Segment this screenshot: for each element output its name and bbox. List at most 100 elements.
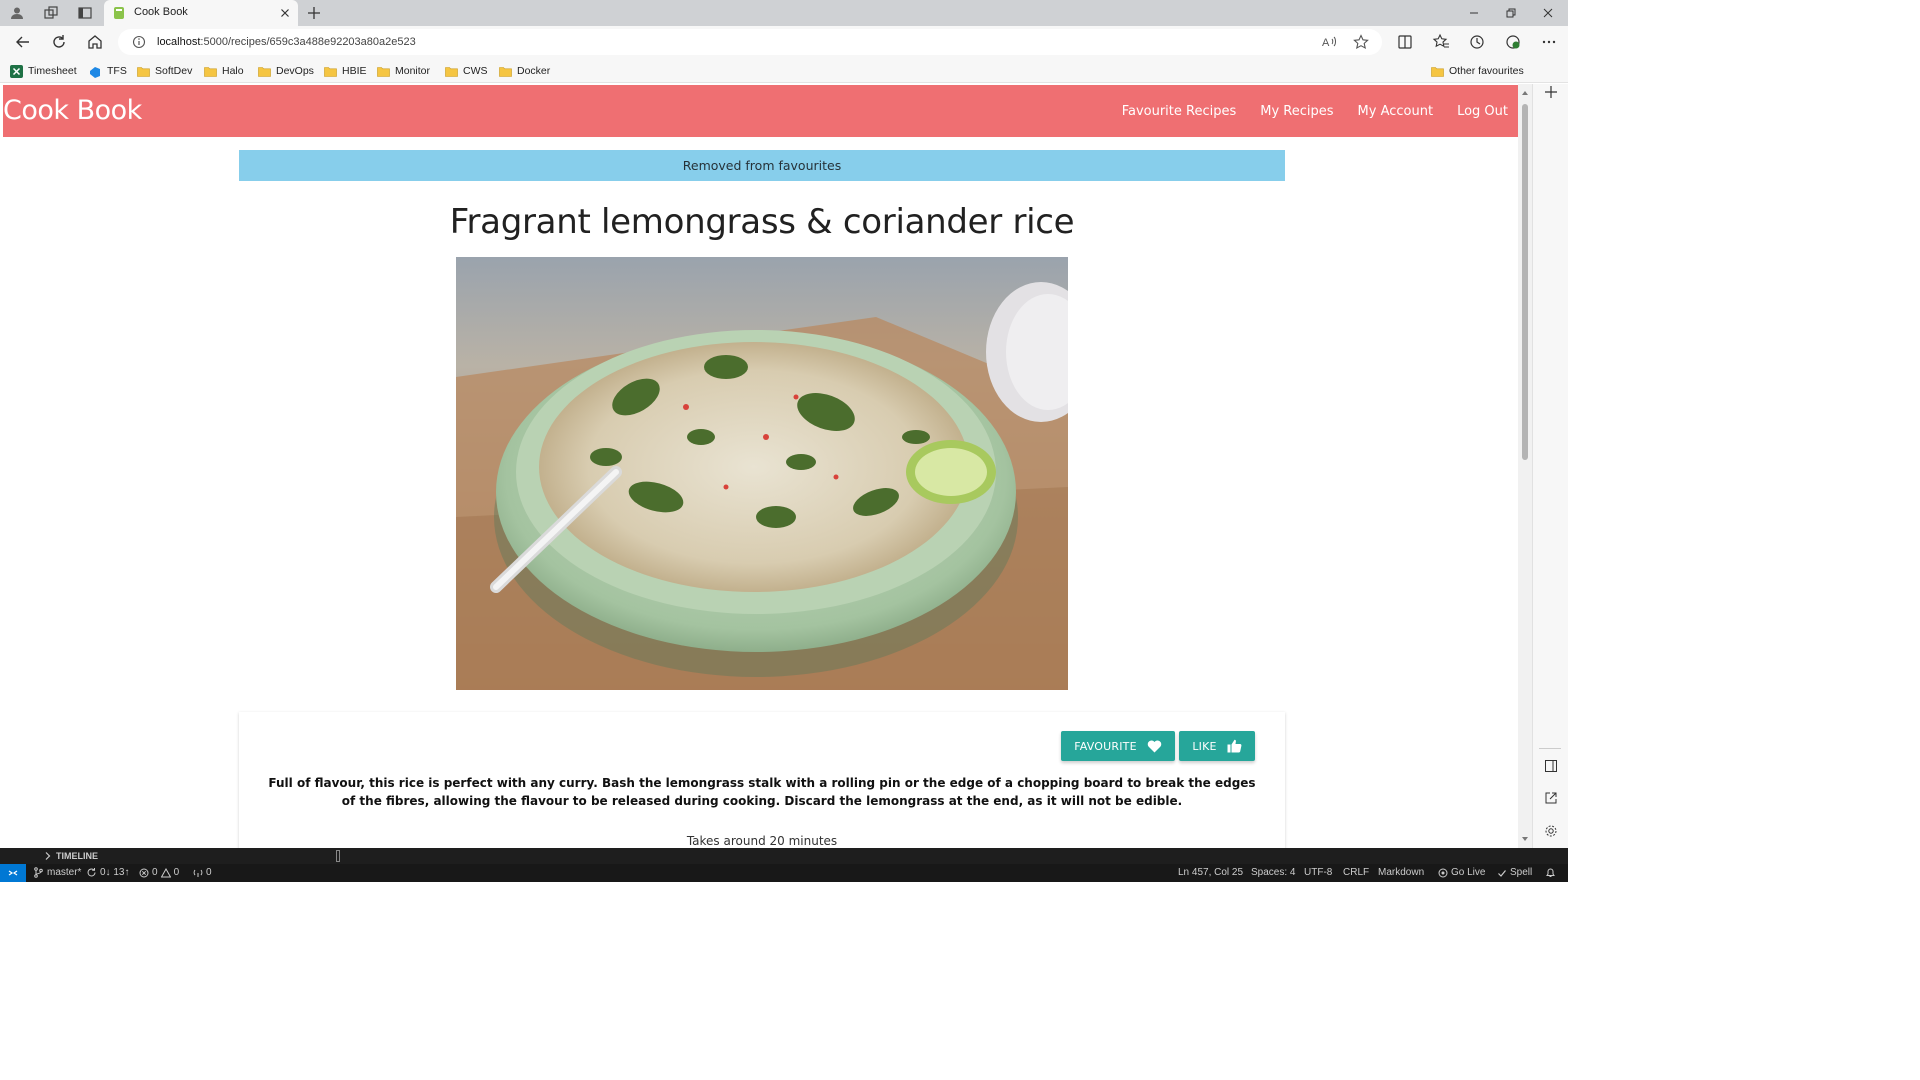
history-icon[interactable] bbox=[1468, 33, 1486, 51]
scroll-up-icon[interactable] bbox=[1518, 86, 1532, 100]
remote-icon bbox=[8, 870, 18, 876]
back-icon[interactable] bbox=[14, 33, 32, 51]
recipe-description: Full of flavour, this rice is perfect wi… bbox=[268, 776, 1256, 808]
folder-icon bbox=[1431, 66, 1444, 77]
hide-sidebar-icon[interactable] bbox=[1544, 759, 1558, 773]
page-viewport: Cook Book Favourite Recipes My Recipes M… bbox=[0, 84, 1532, 848]
minimize-icon[interactable] bbox=[1466, 5, 1482, 21]
scroll-down-icon[interactable] bbox=[1518, 832, 1532, 846]
notifications-bell[interactable] bbox=[1545, 867, 1556, 878]
favicon-icon bbox=[114, 7, 124, 19]
tab-title: Cook Book bbox=[134, 6, 188, 18]
svg-text:A: A bbox=[1322, 37, 1330, 49]
brand-logo[interactable]: Cook Book bbox=[3, 95, 142, 126]
ports-indicator[interactable]: 0 bbox=[193, 867, 212, 878]
recipe-duration: Takes around 20 minutes bbox=[686, 834, 838, 848]
active-tab[interactable]: Cook Book bbox=[104, 0, 298, 26]
like-button[interactable]: LIKE bbox=[1179, 731, 1255, 761]
main-nav: Favourite Recipes My Recipes My Account … bbox=[1110, 104, 1520, 119]
favourite-softdev[interactable]: SoftDev bbox=[137, 63, 192, 79]
problems-indicator[interactable]: 0 0 bbox=[139, 867, 179, 878]
favourite-hbie[interactable]: HBIE bbox=[324, 63, 367, 79]
timeline-label: TIMELINE bbox=[56, 851, 98, 861]
warning-icon bbox=[160, 867, 171, 877]
close-tab-icon[interactable] bbox=[278, 6, 292, 20]
tfs-icon bbox=[90, 66, 100, 78]
recipe-card: FAVOURITE LIKE Full of flavour, this ric… bbox=[239, 712, 1285, 848]
recipe-image bbox=[456, 257, 1068, 690]
nav-favourite-recipes[interactable]: Favourite Recipes bbox=[1122, 104, 1237, 119]
heart-icon bbox=[1147, 740, 1162, 752]
extensions-icon[interactable] bbox=[1504, 33, 1522, 51]
favourite-timesheet[interactable]: Timesheet bbox=[10, 63, 77, 79]
cursor-indicator bbox=[336, 850, 340, 862]
scrollbar-thumb[interactable] bbox=[1522, 104, 1528, 460]
favourite-cws[interactable]: CWS bbox=[445, 63, 488, 79]
browser-tab-strip: Cook Book bbox=[0, 0, 1568, 26]
other-favourites[interactable]: Other favourites bbox=[1431, 63, 1524, 79]
read-aloud-icon[interactable]: A bbox=[1321, 34, 1337, 50]
favourite-devops[interactable]: DevOps bbox=[258, 63, 314, 79]
new-tab-icon[interactable] bbox=[306, 5, 322, 21]
excel-icon bbox=[10, 64, 23, 78]
vscode-timeline-panel[interactable]: TIMELINE bbox=[0, 848, 1568, 864]
url-text: localhost:5000/recipes/659c3a488e92203a8… bbox=[157, 36, 416, 48]
language-mode[interactable]: Markdown bbox=[1378, 867, 1424, 878]
favourite-docker[interactable]: Docker bbox=[499, 63, 550, 79]
favourites-bar: Timesheet TFS SoftDev Halo DevOps HBIE M… bbox=[0, 58, 1568, 83]
page-scrollbar[interactable] bbox=[1518, 84, 1532, 848]
folder-icon bbox=[137, 66, 150, 77]
cursor-position[interactable]: Ln 457, Col 25 bbox=[1178, 867, 1243, 878]
spell-check[interactable]: Spell bbox=[1497, 867, 1532, 878]
sync-icon bbox=[87, 868, 96, 877]
nav-log-out[interactable]: Log Out bbox=[1457, 104, 1508, 119]
site-info-icon[interactable] bbox=[132, 35, 146, 49]
split-screen-icon[interactable] bbox=[1396, 33, 1414, 51]
error-icon bbox=[139, 868, 149, 877]
close-window-icon[interactable] bbox=[1540, 5, 1556, 21]
profile-icon[interactable] bbox=[8, 4, 26, 22]
folder-icon bbox=[377, 66, 390, 77]
sidebar-divider bbox=[1539, 748, 1561, 749]
thumbs-up-icon bbox=[1227, 739, 1242, 753]
home-icon[interactable] bbox=[86, 33, 104, 51]
nav-my-recipes[interactable]: My Recipes bbox=[1260, 104, 1333, 119]
external-link-icon[interactable] bbox=[1544, 791, 1558, 805]
restore-icon[interactable] bbox=[1503, 5, 1519, 21]
folder-icon bbox=[258, 66, 271, 77]
favourite-tfs[interactable]: TFS bbox=[88, 63, 127, 79]
refresh-icon[interactable] bbox=[50, 33, 68, 51]
favourites-icon[interactable] bbox=[1432, 33, 1450, 51]
sidebar-settings-icon[interactable] bbox=[1544, 824, 1558, 838]
go-live-button[interactable]: Go Live bbox=[1438, 867, 1485, 878]
encoding[interactable]: UTF-8 bbox=[1304, 867, 1332, 878]
edge-sidebar bbox=[1532, 84, 1568, 848]
tab-actions-icon[interactable] bbox=[76, 4, 94, 22]
antenna-icon bbox=[193, 869, 203, 877]
vscode-status-bar: master* 0↓ 13↑ 0 0 0 Ln 457, Col 25 Spac… bbox=[0, 864, 1568, 882]
flash-message: Removed from favourites bbox=[239, 150, 1285, 181]
workspaces-icon[interactable] bbox=[42, 4, 60, 22]
address-bar[interactable]: localhost:5000/recipes/659c3a488e92203a8… bbox=[118, 29, 1382, 55]
indentation[interactable]: Spaces: 4 bbox=[1251, 867, 1295, 878]
git-sync[interactable]: 0↓ 13↑ bbox=[86, 867, 129, 878]
check-icon bbox=[1498, 869, 1506, 877]
add-favourite-star-icon[interactable] bbox=[1353, 34, 1369, 50]
remote-indicator[interactable] bbox=[0, 864, 26, 882]
recipe-title: Fragrant lemongrass & coriander rice bbox=[449, 202, 1075, 242]
add-sidebar-app-icon[interactable] bbox=[1543, 84, 1559, 100]
git-branch[interactable]: master* bbox=[33, 867, 81, 878]
favourite-monitor[interactable]: Monitor bbox=[377, 63, 430, 79]
broadcast-icon bbox=[1438, 868, 1448, 877]
chevron-right-icon bbox=[45, 852, 51, 860]
favourite-button[interactable]: FAVOURITE bbox=[1061, 731, 1175, 761]
more-menu-icon[interactable] bbox=[1540, 33, 1558, 51]
favourite-halo[interactable]: Halo bbox=[204, 63, 244, 79]
nav-my-account[interactable]: My Account bbox=[1358, 104, 1434, 119]
bell-icon bbox=[1546, 868, 1555, 877]
app-header: Cook Book Favourite Recipes My Recipes M… bbox=[3, 85, 1520, 137]
folder-icon bbox=[445, 66, 458, 77]
browser-toolbar: localhost:5000/recipes/659c3a488e92203a8… bbox=[0, 26, 1568, 58]
branch-icon bbox=[34, 867, 43, 878]
end-of-line[interactable]: CRLF bbox=[1343, 867, 1369, 878]
